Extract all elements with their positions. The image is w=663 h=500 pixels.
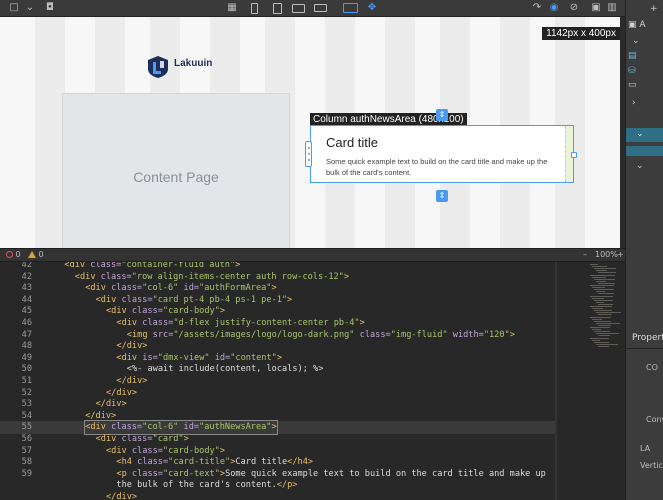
conv-label: Conv xyxy=(646,415,663,424)
chevron-down-icon[interactable]: ⌄ xyxy=(636,161,644,171)
card-text: Some quick example text to build on the … xyxy=(326,157,548,177)
logo-text: Lakuuin xyxy=(174,58,213,69)
move-icon[interactable]: ✥ xyxy=(366,2,378,14)
tree-icon[interactable]: ▭ xyxy=(628,80,637,90)
code-editor[interactable]: 42 <div class="container-fluid auth"> 42 <d… xyxy=(0,262,625,500)
zoom-minus-button[interactable]: – xyxy=(583,250,587,259)
chevron-right-icon[interactable]: › xyxy=(632,98,636,108)
component-icon[interactable]: ▣ A xyxy=(628,20,646,30)
properties-title: Properties xyxy=(632,333,663,343)
eye-icon[interactable]: ◉ xyxy=(548,2,560,14)
warning-count[interactable]: 0 xyxy=(28,250,44,259)
resize-handle[interactable] xyxy=(571,152,577,158)
tablet-landscape-icon[interactable] xyxy=(292,4,305,13)
square-icon[interactable]: □ xyxy=(8,2,20,14)
card-title: Card title xyxy=(326,135,379,150)
move-down-handle[interactable]: ⇕ xyxy=(436,190,448,202)
divider xyxy=(626,348,663,349)
minimap[interactable] xyxy=(588,262,624,352)
top-toolbar: □ ⌄ ◘ ▦ ✥ ↷ ◉ ⊘ ▣ ▥ xyxy=(0,0,663,17)
error-count[interactable]: 0 xyxy=(6,250,21,259)
move-up-handle[interactable]: ⇕ xyxy=(436,109,448,121)
layout-icon[interactable]: ▥ xyxy=(606,2,618,14)
grid-icon[interactable]: ▦ xyxy=(226,2,238,14)
code-line[interactable]: </div> xyxy=(0,491,555,500)
content-page-placeholder[interactable]: Content Page xyxy=(62,93,290,248)
code-text: </div> xyxy=(106,492,138,500)
zoom-plus-button[interactable]: + xyxy=(617,250,624,259)
selected-tree-item[interactable] xyxy=(626,128,663,142)
error-icon xyxy=(6,251,13,258)
wrap-icon[interactable]: ↷ xyxy=(531,2,543,14)
camera-icon[interactable]: ◘ xyxy=(44,2,56,14)
phone-icon[interactable] xyxy=(251,3,258,14)
selected-tree-item[interactable] xyxy=(626,146,663,156)
layers-icon[interactable]: ▤ xyxy=(628,51,637,61)
tablet-icon[interactable] xyxy=(273,3,282,14)
scrollbar[interactable] xyxy=(555,262,557,500)
section-label-2[interactable]: LA xyxy=(640,444,650,453)
database-icon[interactable]: ⛁ xyxy=(628,66,636,76)
chevron-icon[interactable]: ⌄ xyxy=(24,2,36,14)
app-window: □ ⌄ ◘ ▦ ✥ ↷ ◉ ⊘ ▣ ▥ 1142px x 400px Lakuu… xyxy=(0,0,663,500)
section-label[interactable]: CO xyxy=(646,363,658,372)
chevron-down-icon[interactable]: ⌄ xyxy=(632,36,640,46)
viewport-size-label: 1142px x 400px xyxy=(542,27,620,40)
warning-icon xyxy=(28,251,36,258)
grid-guide xyxy=(35,17,65,248)
content-page-label: Content Page xyxy=(133,169,219,185)
design-preview[interactable]: 1142px x 400px Lakuuin Content Page Colu… xyxy=(0,17,620,248)
right-panel: + ▣ A ⌄ ▤ ⛁ ▭ › ⌄ ⌄ Properties CO Conv L… xyxy=(625,0,663,500)
zoom-level[interactable]: 100% xyxy=(595,250,618,259)
visibility-off-icon[interactable]: ⊘ xyxy=(568,2,580,14)
plus-icon[interactable]: + xyxy=(650,4,658,14)
laptop-icon[interactable] xyxy=(314,4,327,12)
vertical-label: Vertical xyxy=(640,461,663,470)
news-card[interactable]: Card title Some quick example text to bu… xyxy=(310,125,574,183)
monitor-icon[interactable] xyxy=(343,3,358,13)
code-status-bar: 0 0 – 100% + xyxy=(0,248,625,262)
code-icon[interactable]: ▣ xyxy=(590,2,602,14)
logo-icon xyxy=(148,56,168,78)
chevron-down-icon[interactable]: ⌄ xyxy=(636,129,644,139)
drag-handle[interactable] xyxy=(305,141,312,167)
